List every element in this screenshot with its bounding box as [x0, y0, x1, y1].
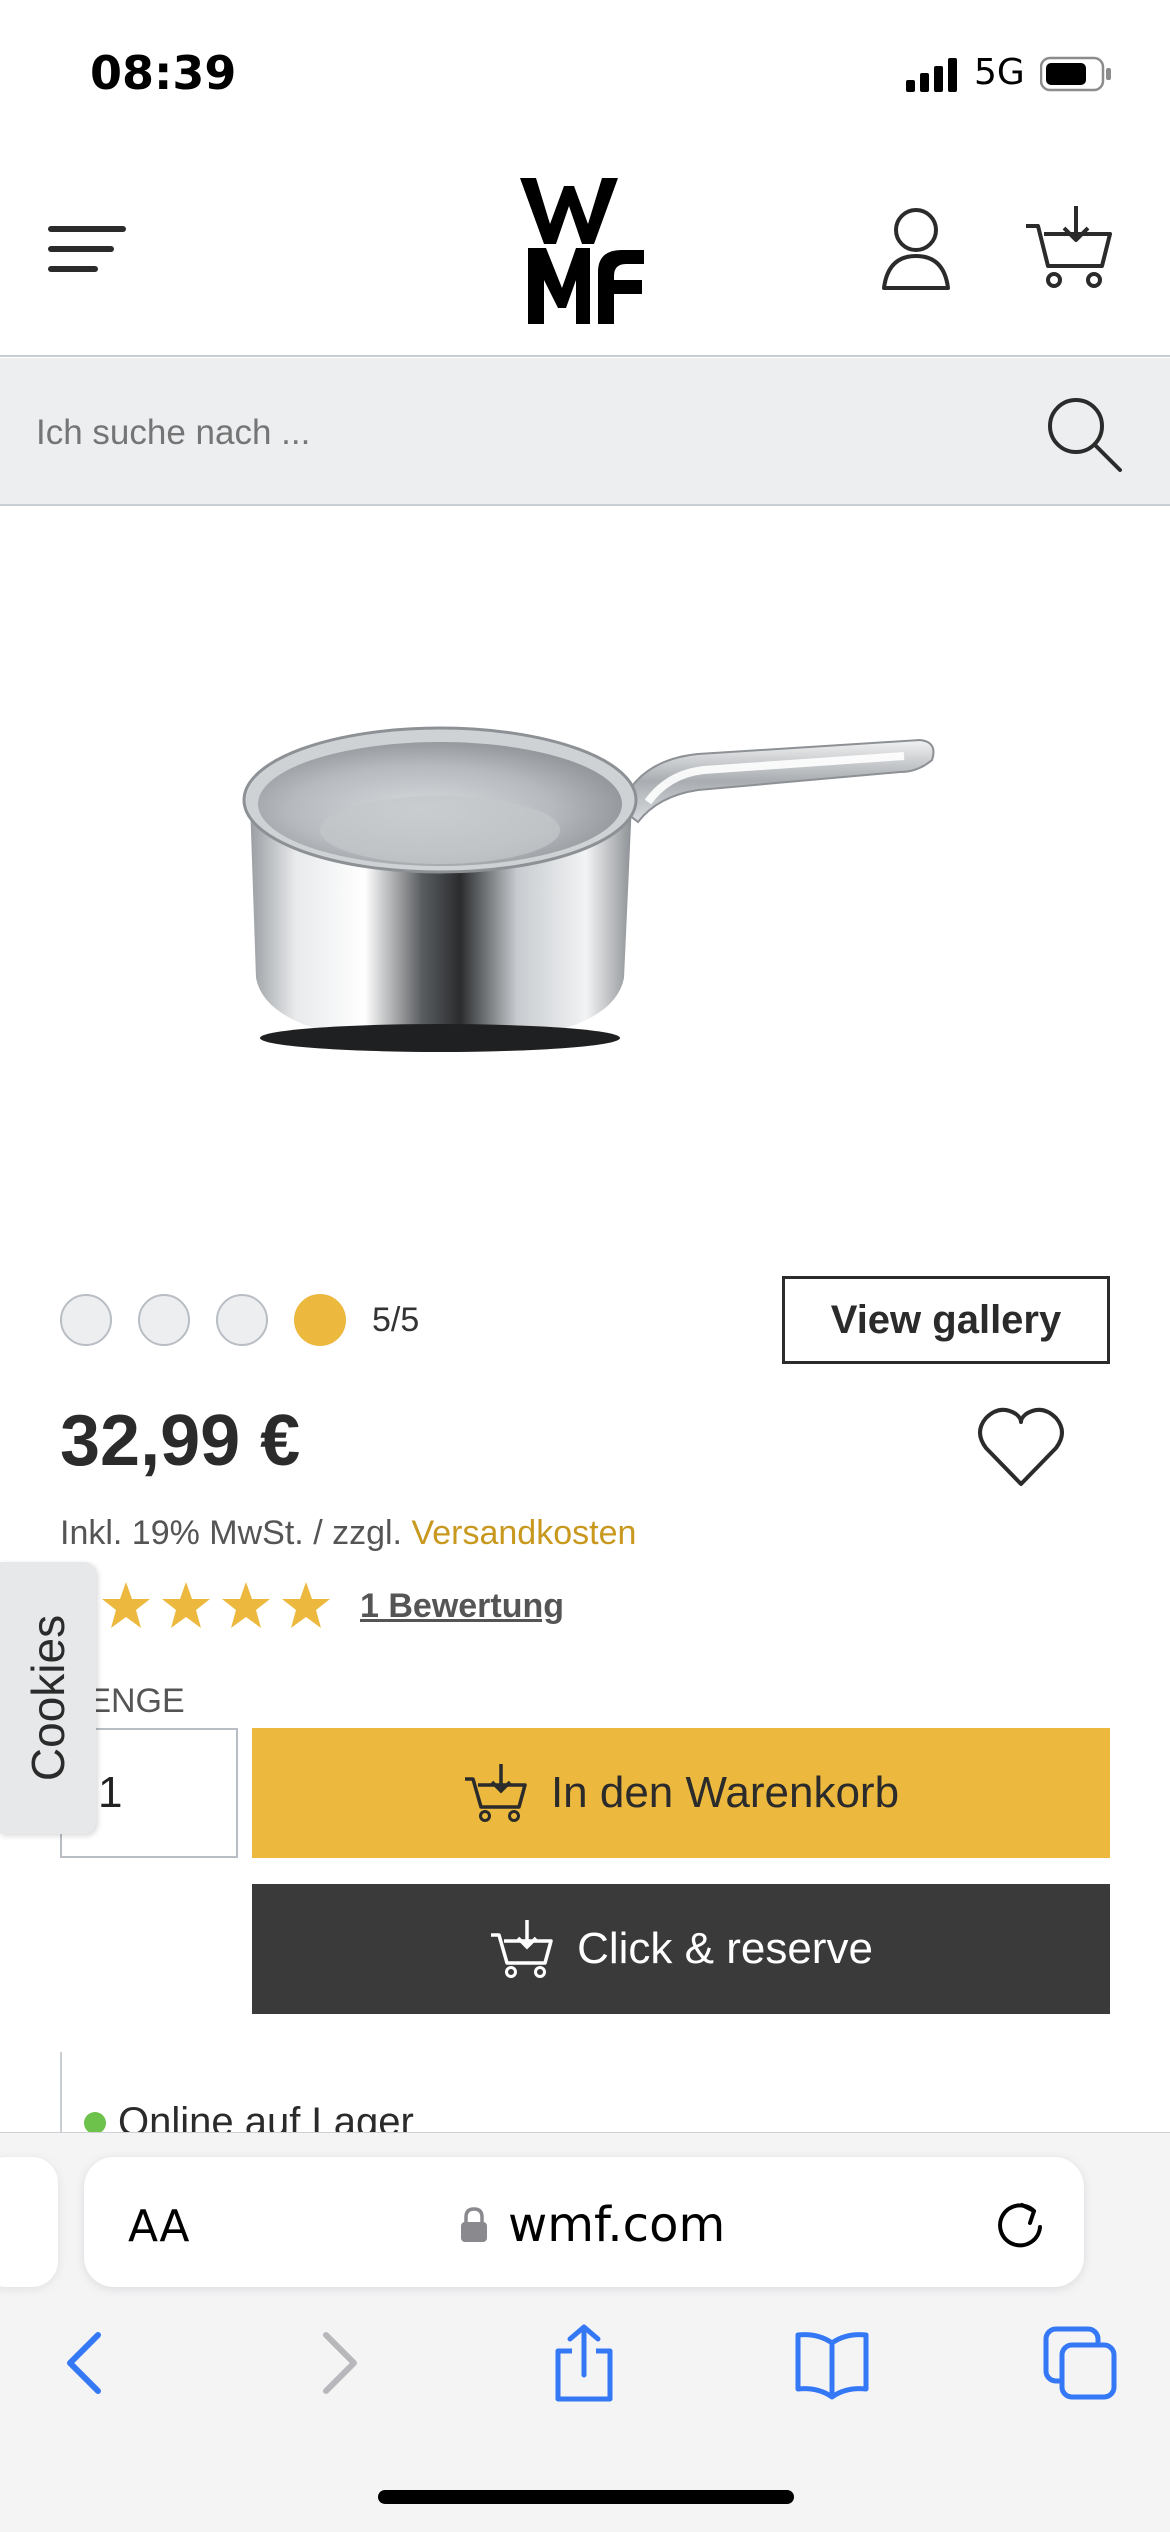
reload-icon[interactable]: [994, 2197, 1046, 2251]
signal-icon: [906, 58, 957, 92]
rating: 1 Bewertung: [40, 1578, 564, 1634]
tax-text: Inkl. 19% MwSt. / zzgl.: [60, 1514, 402, 1552]
tabs-icon[interactable]: [1040, 2323, 1120, 2403]
gallery-dot[interactable]: [138, 1294, 190, 1346]
network-type: 5G: [974, 52, 1025, 93]
click-reserve-label: Click & reserve: [577, 1924, 873, 1973]
cookies-label: Cookies: [22, 1614, 74, 1782]
forward-icon[interactable]: [298, 2323, 378, 2403]
view-gallery-button[interactable]: View gallery: [782, 1276, 1110, 1364]
url-text: wmf.com: [508, 2197, 726, 2253]
gallery-pagination: 5/5: [60, 1294, 419, 1346]
cart-icon: [491, 1920, 553, 1978]
wmf-logo[interactable]: [518, 176, 648, 326]
product-page: 08:39 5G Ich suche nach ... 5/5 View gal…: [0, 0, 1170, 2532]
gallery-dot[interactable]: [216, 1294, 268, 1346]
home-indicator: [378, 2490, 794, 2504]
menu-icon[interactable]: [48, 222, 126, 278]
gallery-dot[interactable]: [60, 1294, 112, 1346]
star-icon: [222, 1582, 270, 1628]
search-bar: [0, 358, 1170, 506]
tax-note: Inkl. 19% MwSt. / zzgl. Versandkosten: [60, 1514, 636, 1553]
cookies-tab[interactable]: Cookies: [0, 1562, 96, 1834]
text-size-button[interactable]: AA: [128, 2201, 189, 2252]
reviews-link[interactable]: 1 Bewertung: [360, 1587, 564, 1626]
battery-icon: [1040, 56, 1111, 92]
star-icon: [102, 1582, 150, 1628]
click-reserve-button[interactable]: Click & reserve: [252, 1884, 1110, 2014]
add-to-cart-button[interactable]: In den Warenkorb: [252, 1728, 1110, 1858]
share-icon[interactable]: [544, 2323, 624, 2403]
address-bar[interactable]: AA wmf.com: [84, 2157, 1084, 2287]
search-icon[interactable]: [1044, 394, 1124, 474]
search-input[interactable]: [36, 408, 936, 458]
stock-indicator-icon: [84, 2111, 106, 2134]
status-bar: 08:39 5G: [0, 0, 1170, 150]
product-price: 32,99 €: [60, 1401, 301, 1481]
star-icon: [282, 1582, 330, 1628]
shipping-link[interactable]: Versandkosten: [411, 1514, 636, 1552]
back-icon[interactable]: [46, 2323, 126, 2403]
gallery-counter: 5/5: [372, 1300, 420, 1339]
status-time: 08:39: [90, 46, 237, 100]
product-image[interactable]: [228, 710, 938, 1070]
bookmarks-icon[interactable]: [792, 2323, 872, 2403]
previous-tab-preview[interactable]: [0, 2157, 58, 2287]
browser-toolbar: AA wmf.com: [0, 2132, 1170, 2532]
gallery-dot-active[interactable]: [294, 1294, 346, 1346]
cart-icon[interactable]: [1024, 204, 1114, 290]
heart-icon[interactable]: [976, 1404, 1066, 1490]
divider: [60, 2052, 62, 2132]
star-icon: [162, 1582, 210, 1628]
lock-icon: [461, 2207, 487, 2242]
account-icon[interactable]: [880, 206, 952, 292]
site-header: [0, 150, 1170, 357]
cart-icon: [464, 1764, 527, 1822]
add-to-cart-label: In den Warenkorb: [550, 1768, 900, 1817]
